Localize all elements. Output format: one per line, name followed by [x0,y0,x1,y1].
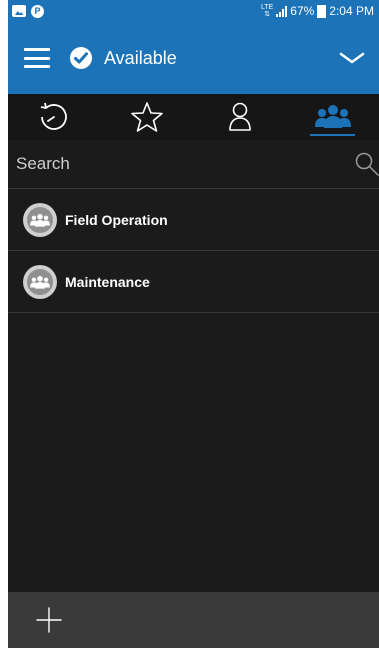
tab-contacts[interactable] [194,94,287,140]
group-name: Field Operation [65,211,168,228]
tab-bar [8,94,379,140]
status-left: P [8,4,44,18]
tab-recent[interactable] [8,94,101,140]
search-input[interactable] [14,153,348,175]
clock: 2:04 PM [329,4,374,18]
network-type: LTE [260,4,274,11]
group-avatar-icon [23,264,57,299]
menu-icon[interactable] [24,48,50,68]
presence-status-label[interactable]: Available [104,48,177,69]
search-bar [8,140,379,189]
check-circle-icon[interactable] [70,47,92,69]
group-name: Maintenance [65,273,150,290]
image-icon [12,5,26,17]
group-list: Field Operation Maintenance [8,189,379,313]
parking-icon: P [31,4,44,18]
tab-favorites[interactable] [101,94,194,140]
search-icon[interactable] [355,152,379,176]
list-item[interactable]: Field Operation [8,189,379,251]
history-icon [41,102,68,130]
battery-icon [317,4,327,18]
app-bar: Available [8,22,379,94]
chevron-down-icon[interactable] [337,48,367,68]
status-right: LTE ⇅ 67% 2:04 PM [261,4,379,18]
star-icon [131,102,163,132]
list-item[interactable]: Maintenance [8,251,379,313]
person-icon [229,102,251,131]
battery-percent: 67% [290,4,315,18]
status-bar: P LTE ⇅ 67% 2:04 PM [8,0,379,22]
signal-icon [276,5,288,17]
app-screen: P LTE ⇅ 67% 2:04 PM Available Search Fie… [8,0,379,648]
group-avatar-icon [23,202,57,237]
group-icon [314,105,351,128]
data-arrows-icon: ⇅ [264,11,271,18]
bottom-bar [8,592,379,648]
plus-icon[interactable] [34,605,64,635]
lte-indicator: LTE ⇅ [261,4,273,18]
tab-groups[interactable] [286,94,379,140]
